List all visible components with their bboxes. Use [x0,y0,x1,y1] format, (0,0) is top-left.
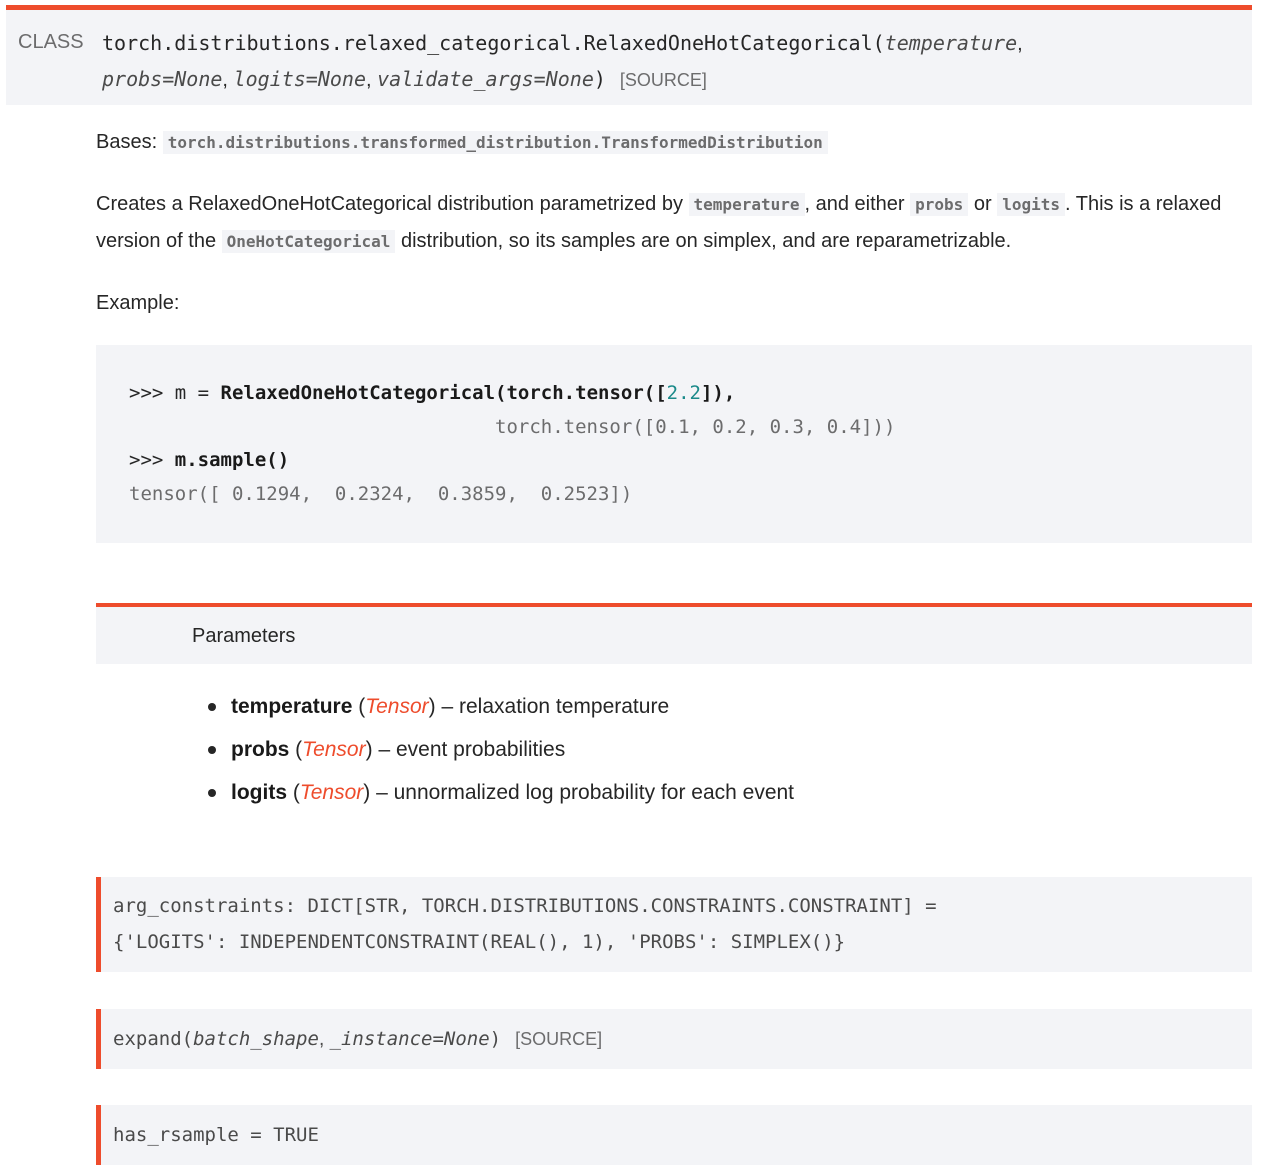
desc-text: distribution, so its samples are on simp… [395,230,1012,252]
signature-line-2: probs=None, logits=None, validate_args=N… [102,67,707,91]
param-batch-shape: batch_shape [193,1028,319,1050]
param-name: probs [231,738,290,761]
param-instance: _instance=None [329,1028,490,1050]
bullet-icon [208,789,216,797]
expand-name: expand [113,1028,182,1050]
example-code-block: >>> m = RelaxedOneHotCategorical(torch.t… [96,345,1252,543]
parameters-heading: Parameters [192,625,296,647]
code-line-1-end: ]), [700,382,736,404]
param-name: temperature [231,695,353,718]
bases-label: Bases: [96,131,158,153]
code-number: 2.2 [666,382,701,404]
code-temperature: temperature [688,193,805,216]
desc-text: or [968,193,998,215]
code-output: tensor([ 0.1294, 0.2324, 0.3859, 0.2523]… [129,482,633,505]
arg-constraints-line-1: arg_constraints: DICT[STR, TORCH.DISTRIB… [113,895,937,917]
param-type-link[interactable]: Tensor [302,738,365,761]
param-probs: probs=None [102,67,223,91]
signature-line-1: torch.distributions.relaxed_categorical.… [102,31,1023,55]
expand-source-link[interactable]: [SOURCE] [515,1029,602,1049]
parameters-header: Parameters [96,603,1252,664]
list-item: temperature (Tensor) – relaxation temper… [200,685,794,728]
bases: Bases: torch.distributions.transformed_d… [96,124,828,161]
code-line-3-call: m.sample() [174,449,290,471]
param-desc: – unnormalized log probability for each … [370,781,795,804]
code-logits: logits [997,193,1065,216]
arg-constraints-line-2: {'LOGITS': INDEPENDENTCONSTRAINT(REAL(),… [113,931,846,953]
code-line-3-prompt: >>> [129,449,175,471]
code-probs: probs [910,193,969,216]
description: Creates a RelaxedOneHotCategorical distr… [96,186,1246,260]
param-temperature: temperature [884,31,1018,55]
arg-constraints-attribute: arg_constraints: DICT[STR, TORCH.DISTRIB… [96,877,1252,972]
param-validate-args: validate_args=None [377,67,594,91]
arg-constraints-text: arg_constraints: DICT[STR, TORCH.DISTRIB… [113,888,937,960]
onehotcategorical-link[interactable]: OneHotCategorical [221,230,396,253]
list-item: logits (Tensor) – unnormalized log proba… [200,771,794,814]
param-desc: – event probabilities [372,738,566,761]
param-type-link[interactable]: Tensor [300,781,363,804]
code-line-1-call: RelaxedOneHotCategorical(torch.tensor([ [220,382,667,404]
list-item: probs (Tensor) – event probabilities [200,728,794,771]
param-logits: logits=None [233,67,366,91]
param-desc: – relaxation temperature [435,695,670,718]
bullet-icon [208,746,216,754]
class-signature: CLASS torch.distributions.relaxed_catego… [6,5,1252,105]
expand-signature: expand(batch_shape, _instance=None) [SOUR… [113,1028,603,1050]
parameters-list: temperature (Tensor) – relaxation temper… [200,685,794,814]
param-type-link[interactable]: Tensor [365,695,428,718]
param-name: logits [231,781,287,804]
source-link[interactable]: [SOURCE] [620,70,707,90]
bullet-icon [208,703,216,711]
desc-text: Creates a RelaxedOneHotCategorical distr… [96,193,689,215]
has-rsample-attribute: has_rsample = TRUE [96,1105,1252,1165]
code-line-1-prompt: >>> m = [129,382,221,404]
code-line-2: torch.tensor([0.1, 0.2, 0.3, 0.4])) [129,415,896,438]
bases-link[interactable]: torch.distributions.transformed_distribu… [162,131,828,154]
desc-text: , and either [804,193,911,215]
class-keyword: CLASS [18,31,84,53]
class-name: torch.distributions.relaxed_categorical.… [102,31,873,55]
has-rsample-text: has_rsample = TRUE [113,1124,319,1146]
example-label: Example: [96,292,180,314]
expand-method: expand(batch_shape, _instance=None) [SOUR… [96,1009,1252,1069]
